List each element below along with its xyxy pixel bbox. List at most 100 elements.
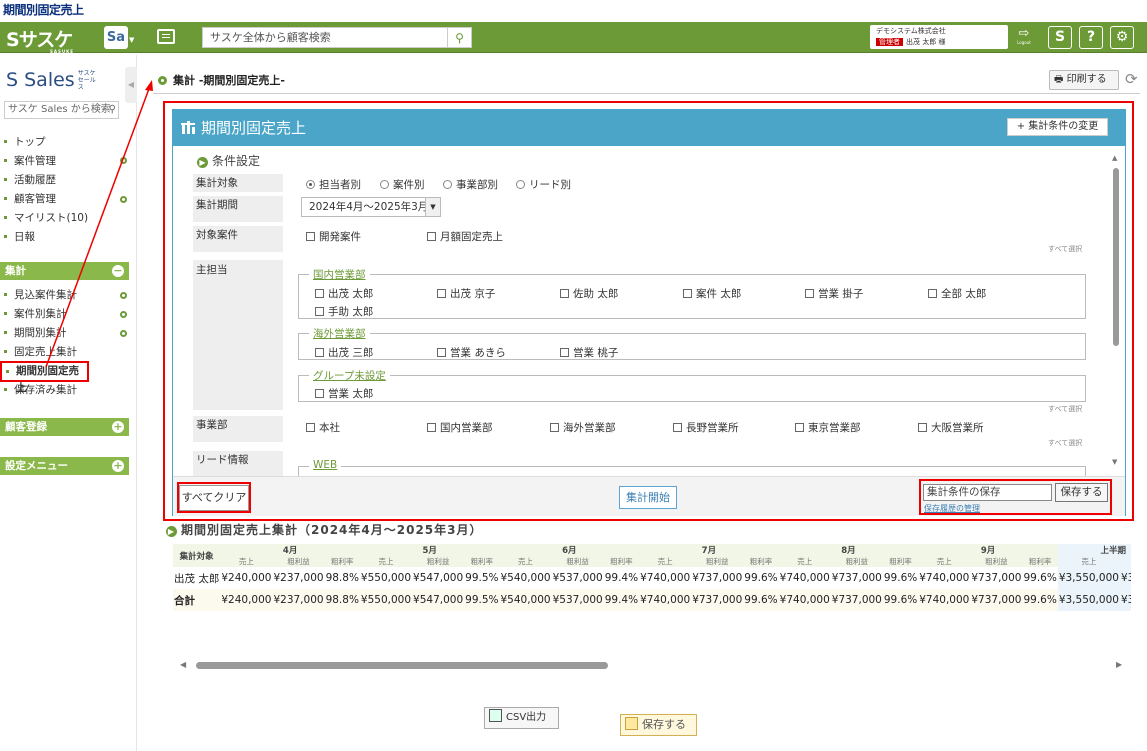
- checkbox-staff[interactable]: 出茂 太郎: [315, 286, 373, 301]
- table-cell: 99.6%: [744, 572, 778, 584]
- select-all-link[interactable]: すべて選択: [1048, 404, 1082, 414]
- collapse-icon[interactable]: −: [112, 265, 124, 277]
- sub-column-header: 粗利率: [464, 556, 500, 567]
- chevron-down-icon[interactable]: ▼: [129, 36, 134, 44]
- sidebar-item-forecast[interactable]: 見込案件集計: [0, 286, 125, 304]
- sidebar-item-top[interactable]: トップ: [0, 133, 125, 151]
- sasuke-logo[interactable]: Sサスケ SASUKE: [6, 25, 73, 54]
- chat-icon[interactable]: [157, 29, 175, 44]
- sidebar-item-by-deal[interactable]: 案件別集計: [0, 305, 125, 323]
- group-overseas-label[interactable]: 海外営業部: [309, 326, 370, 341]
- save-condition-button[interactable]: 保存する: [1055, 483, 1108, 502]
- expand-icon[interactable]: [120, 292, 127, 299]
- sidebar-item-customers[interactable]: 顧客管理: [0, 190, 125, 208]
- sidebar-section-customer-reg[interactable]: 顧客登録 +: [0, 418, 129, 436]
- sidebar-section-settings[interactable]: 設定メニュー +: [0, 457, 129, 475]
- search-icon[interactable]: ⚲: [448, 27, 472, 48]
- logout-button[interactable]: ⇨ Logout: [1013, 26, 1035, 50]
- scroll-right-icon[interactable]: ▶: [1116, 660, 1122, 669]
- sub-column-header: 粗利益: [551, 556, 604, 567]
- sidebar-item-activity[interactable]: 活動履歴: [0, 171, 125, 189]
- save-condition-input[interactable]: 集計条件の保存: [923, 484, 1052, 501]
- sidebar-item-mylist[interactable]: マイリスト(10): [0, 209, 125, 227]
- checkbox-staff[interactable]: 手助 太郎: [315, 304, 373, 319]
- sub-column-header: 粗利益: [1119, 556, 1131, 567]
- search-icon[interactable]: ⚲: [109, 102, 116, 118]
- checkbox-dev-deals[interactable]: 開発案件: [306, 229, 361, 244]
- scroll-left-icon[interactable]: ◀: [180, 660, 186, 669]
- change-condition-button[interactable]: + 集計条件の変更: [1007, 118, 1108, 136]
- checkbox-staff[interactable]: 全部 太郎: [928, 286, 986, 301]
- checkbox-staff[interactable]: 営業 あきら: [437, 345, 506, 360]
- save-button[interactable]: 保存する: [620, 714, 697, 736]
- start-aggregation-button[interactable]: 集計開始: [619, 486, 677, 509]
- checkbox-division[interactable]: 大阪営業所: [918, 420, 984, 435]
- app-switch-button[interactable]: Sa: [104, 26, 128, 49]
- group-unassigned-label[interactable]: グループ未設定: [309, 368, 390, 383]
- csv-export-button[interactable]: CSV出力: [484, 707, 559, 729]
- save-history-link[interactable]: 保存履歴の管理: [924, 503, 980, 514]
- expand-icon[interactable]: +: [112, 421, 124, 433]
- radio-by-division[interactable]: 事業部別: [443, 177, 498, 192]
- checkbox-division[interactable]: 本社: [306, 420, 340, 435]
- sidebar-item-saved[interactable]: 保存済み集計: [0, 381, 125, 399]
- month-header: 6月: [499, 544, 640, 556]
- period-select[interactable]: 2024年4月～2025年3月 ▼: [301, 197, 441, 217]
- select-all-link[interactable]: すべて選択: [1048, 438, 1082, 448]
- scroll-thumb[interactable]: [1113, 168, 1119, 346]
- customer-search-input[interactable]: サスケ全体から顧客検索: [202, 27, 448, 48]
- checkbox-division[interactable]: 国内営業部: [427, 420, 493, 435]
- table-cell: ¥540,000: [499, 589, 552, 611]
- sidebar-section-shuukei[interactable]: 集計 −: [0, 262, 129, 280]
- scroll-up-icon[interactable]: ▲: [1112, 154, 1117, 162]
- month-header: 4月: [220, 544, 360, 556]
- save-icon: [625, 717, 638, 730]
- sub-column-header: 粗利率: [882, 556, 919, 567]
- select-all-link[interactable]: すべて選択: [1048, 244, 1082, 254]
- account-info[interactable]: デモシステム株式会社 管理者 出茂 太郎 様: [870, 25, 1008, 49]
- checkbox-monthly-fixed[interactable]: 月額固定売上: [427, 229, 503, 244]
- chevron-down-icon[interactable]: ▼: [425, 198, 440, 216]
- table-cell: ¥737,000: [831, 572, 882, 584]
- checkbox-division[interactable]: 長野営業所: [673, 420, 739, 435]
- table-cell: ¥537,000: [552, 572, 603, 584]
- checkbox-staff[interactable]: 出茂 京子: [437, 286, 495, 301]
- checkbox-staff[interactable]: 営業 掛子: [805, 286, 863, 301]
- sidebar-collapse-button[interactable]: ◀: [125, 67, 137, 103]
- clear-all-button[interactable]: すべてクリア: [179, 485, 249, 511]
- sidebar-item-daily-report[interactable]: 日報: [0, 228, 125, 246]
- scroll-thumb[interactable]: [196, 662, 608, 669]
- radio-by-deal[interactable]: 案件別: [380, 177, 425, 192]
- checkbox-staff[interactable]: 営業 桃子: [560, 345, 618, 360]
- vertical-scrollbar[interactable]: ▲ ▼: [1111, 154, 1121, 470]
- expand-icon[interactable]: +: [112, 460, 124, 472]
- checkbox-division[interactable]: 東京営業部: [795, 420, 861, 435]
- expand-icon[interactable]: [120, 196, 127, 203]
- checkbox-staff[interactable]: 出茂 三郎: [315, 345, 373, 360]
- sidebar-search-input[interactable]: サスケ Sales から検索 ⚲: [4, 101, 119, 119]
- sidebar-item-fixed-sales[interactable]: 固定売上集計: [0, 343, 125, 361]
- group-domestic-label[interactable]: 国内営業部: [309, 267, 370, 282]
- print-button[interactable]: 🖶 印刷する: [1049, 70, 1119, 90]
- group-web-label[interactable]: WEB: [309, 459, 342, 471]
- radio-by-lead[interactable]: リード別: [516, 177, 571, 192]
- gear-icon[interactable]: ⚙: [1110, 26, 1134, 49]
- sasuke-button[interactable]: S: [1048, 26, 1072, 49]
- horizontal-scrollbar[interactable]: ◀ ▶: [176, 660, 1128, 672]
- expand-icon[interactable]: [120, 157, 127, 164]
- checkbox-staff[interactable]: 案件 太郎: [683, 286, 741, 301]
- checkbox-division[interactable]: 海外営業部: [550, 420, 616, 435]
- checkbox-staff[interactable]: 営業 太郎: [315, 386, 373, 401]
- sidebar-item-by-period[interactable]: 期間別集計: [0, 324, 125, 342]
- sub-column-header: 売上: [918, 556, 971, 567]
- sidebar-item-deals[interactable]: 案件管理: [0, 152, 125, 170]
- scroll-down-icon[interactable]: ▼: [1112, 458, 1117, 466]
- expand-icon[interactable]: [120, 311, 127, 318]
- sidebar-item-period-fixed-sales[interactable]: 期間別固定売上: [0, 361, 89, 394]
- expand-icon[interactable]: [120, 330, 127, 337]
- sales-logo[interactable]: S Sales サスケ セールス: [6, 69, 100, 91]
- radio-by-staff[interactable]: 担当者別: [306, 177, 361, 192]
- refresh-icon[interactable]: ⟳: [1125, 70, 1138, 88]
- checkbox-staff[interactable]: 佐助 太郎: [560, 286, 618, 301]
- help-button[interactable]: ?: [1079, 26, 1103, 49]
